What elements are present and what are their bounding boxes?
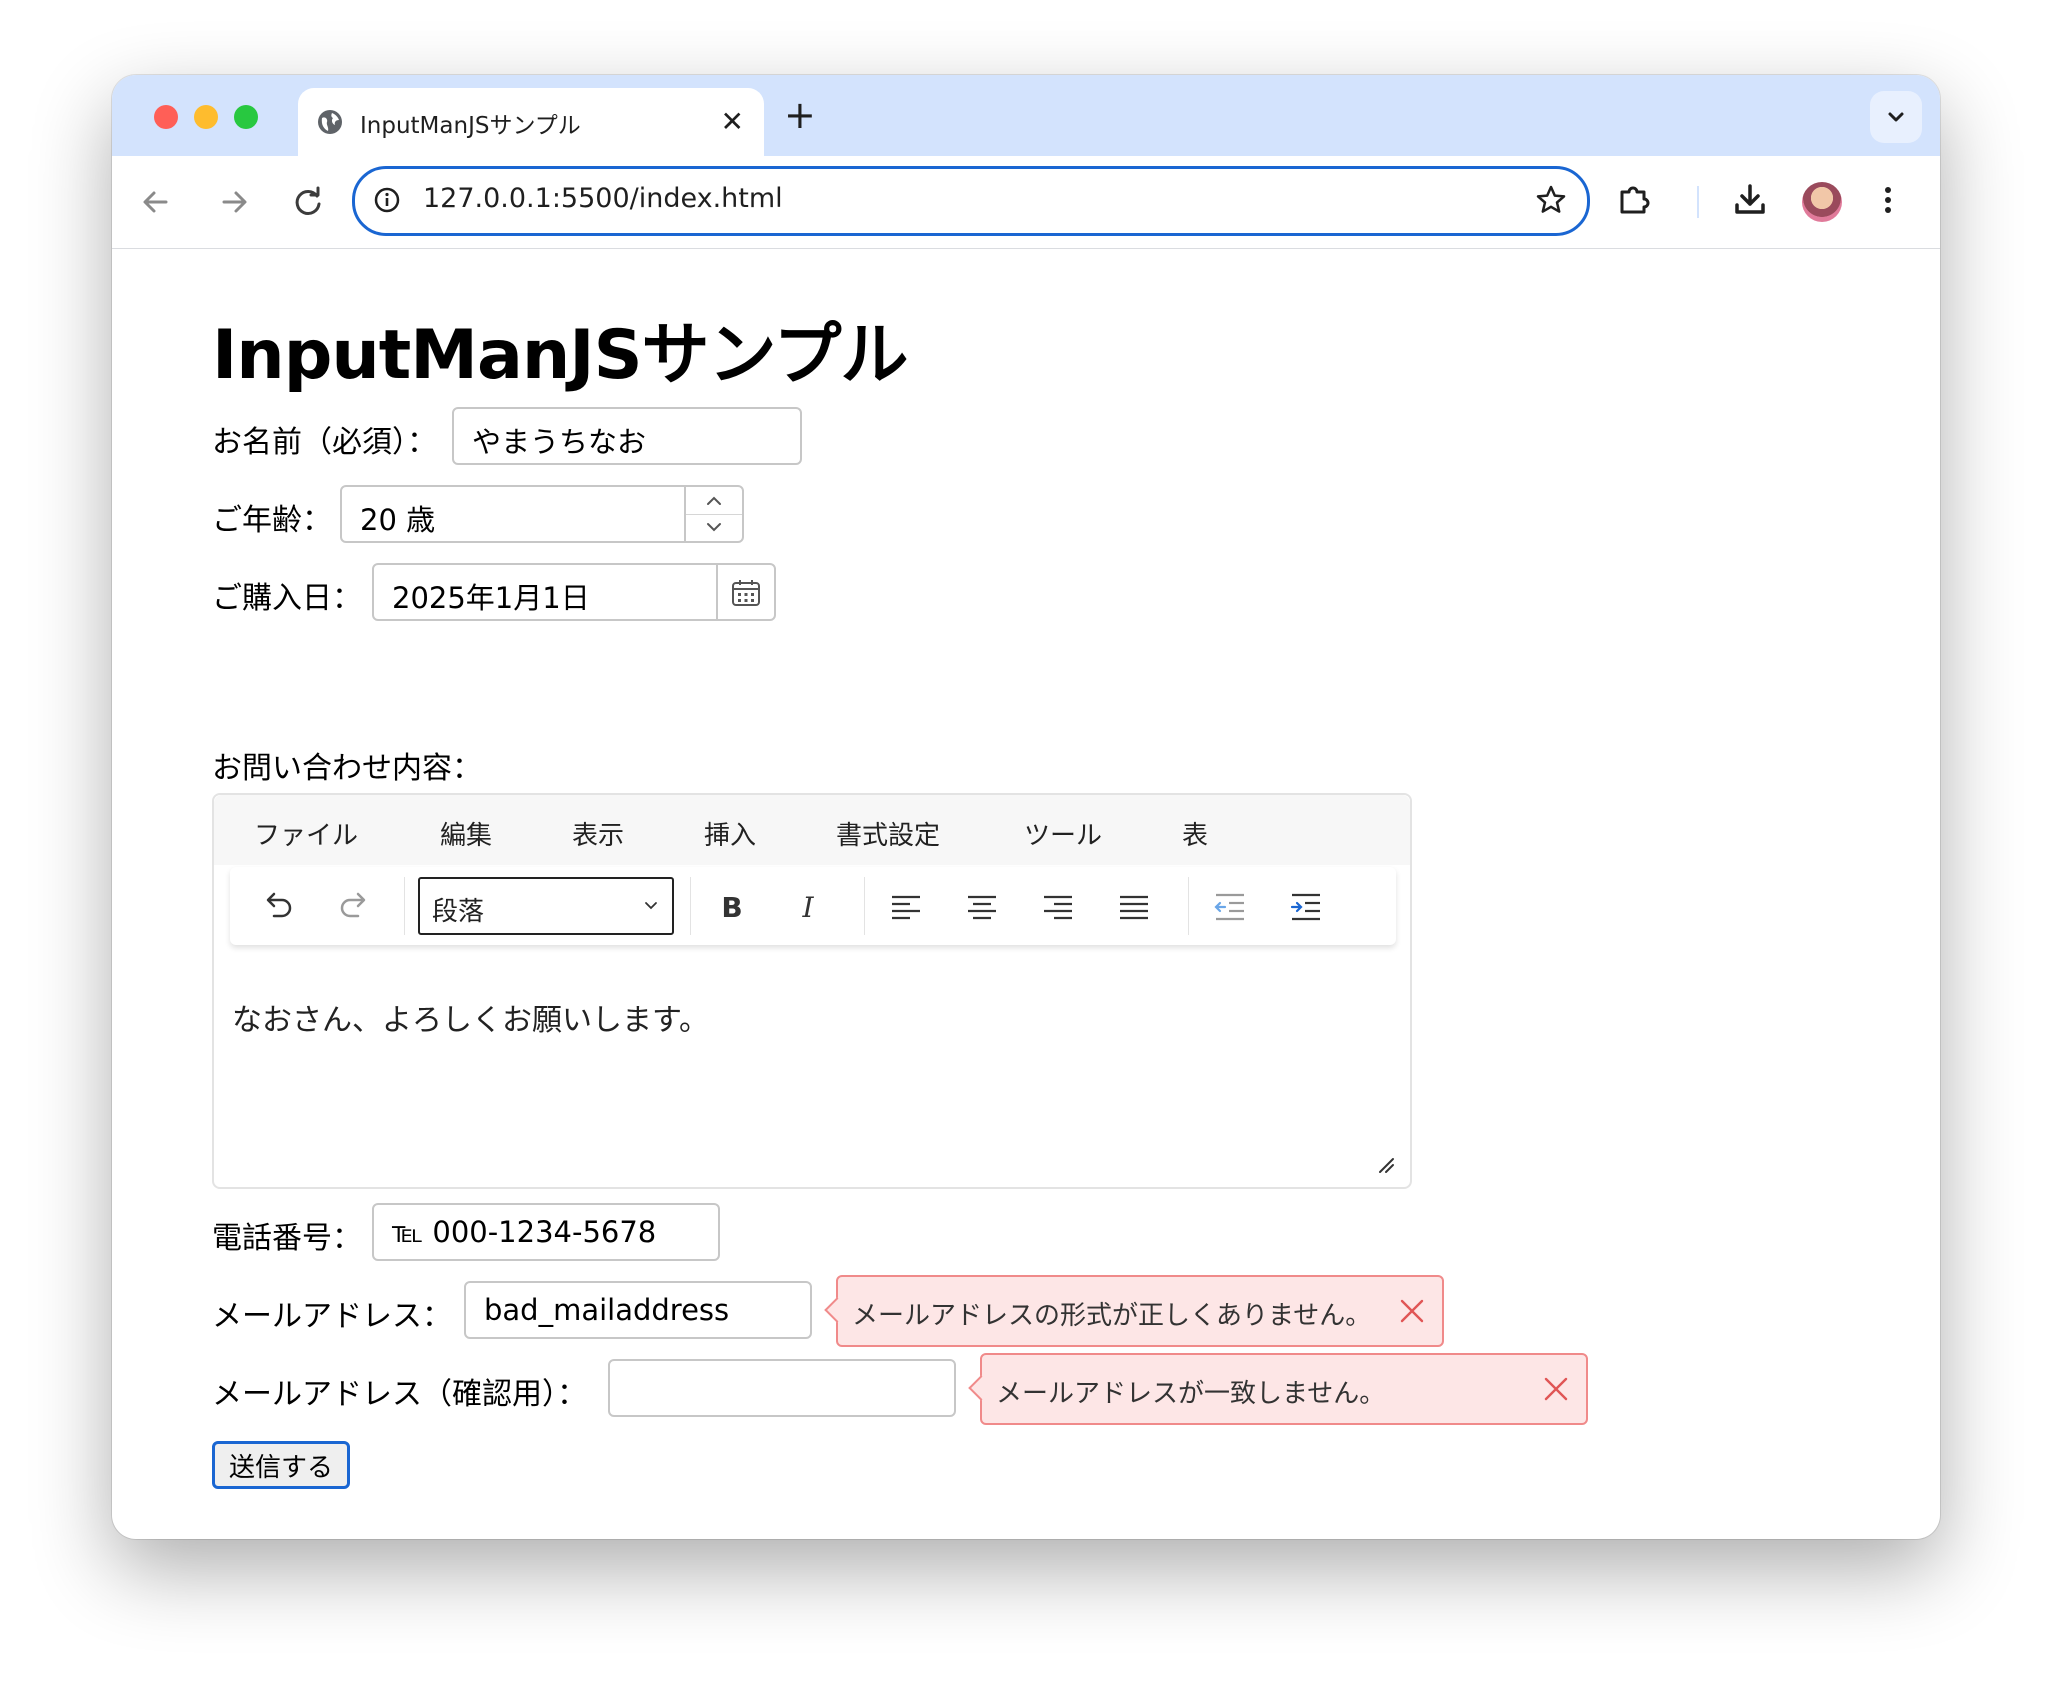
chevron-down-icon <box>1888 112 1904 122</box>
align-left-icon[interactable] <box>888 889 924 925</box>
email-label: メールアドレス： <box>212 1299 452 1334</box>
outdent-icon[interactable] <box>1212 889 1248 925</box>
purchase-date-input[interactable]: 2025年1月1日 <box>372 563 776 621</box>
tooltip-arrow <box>824 1297 850 1323</box>
email-confirm-label: メールアドレス（確認用）： <box>212 1377 587 1412</box>
calendar-icon <box>732 580 760 606</box>
purchase-date-label: ご購入日： <box>212 581 362 616</box>
url-text: 127.0.0.1:5500/index.html <box>423 183 783 214</box>
name-label: お名前（必須）： <box>212 425 437 460</box>
more-menu-icon[interactable] <box>1878 178 1898 222</box>
editor-toolbar: 段落 B I <box>230 867 1396 945</box>
tooltip-arrow <box>968 1375 994 1401</box>
toolbar-divider <box>404 877 405 935</box>
download-icon[interactable] <box>1728 178 1772 222</box>
globe-icon <box>318 110 342 134</box>
undo-icon[interactable] <box>260 889 296 925</box>
tab-close-icon[interactable]: ✕ <box>721 102 744 142</box>
redo-icon[interactable] <box>336 889 372 925</box>
editor-content[interactable]: なおさん、よろしくお願いします。 <box>232 995 709 1039</box>
menu-format[interactable]: 書式設定 <box>836 815 940 852</box>
editor-menubar: ファイル 編集 表示 挿入 書式設定 ツール 表 <box>214 795 1410 865</box>
info-icon[interactable] <box>373 186 401 214</box>
email-error-tooltip: メールアドレスの形式が正しくありません。 <box>824 1275 1444 1347</box>
age-input[interactable]: 20 歳 <box>340 485 744 543</box>
bookmark-star-icon[interactable] <box>1535 184 1567 216</box>
email-confirm-input[interactable] <box>608 1359 956 1417</box>
profile-avatar[interactable] <box>1802 182 1842 222</box>
email-confirm-error-message: メールアドレスが一致しません。 <box>996 1379 1386 1409</box>
extensions-puzzle-icon[interactable] <box>1612 178 1656 222</box>
maximize-window-button[interactable] <box>234 105 258 129</box>
email-error-message: メールアドレスの形式が正しくありません。 <box>852 1301 1372 1331</box>
email-input[interactable]: bad_mailaddress <box>464 1281 812 1339</box>
bold-icon[interactable]: B <box>714 889 750 925</box>
svg-text:I: I <box>801 891 814 924</box>
name-value: やまうちなお <box>472 425 647 459</box>
toolbar-divider <box>1188 877 1189 935</box>
svg-text:B: B <box>721 891 742 924</box>
phone-label: 電話番号： <box>212 1221 362 1256</box>
browser-toolbar: 127.0.0.1:5500/index.html <box>112 156 1940 249</box>
calendar-button[interactable] <box>716 565 774 619</box>
forward-arrow-icon[interactable] <box>212 180 256 224</box>
block-format-value: 段落 <box>432 897 485 927</box>
menu-table[interactable]: 表 <box>1182 815 1208 852</box>
align-justify-icon[interactable] <box>1116 889 1152 925</box>
menu-edit[interactable]: 編集 <box>440 815 492 852</box>
menu-view[interactable]: 表示 <box>572 815 624 852</box>
tab-strip: InputManJSサンプル ✕ + <box>112 75 1940 156</box>
spin-up-icon[interactable] <box>704 493 724 509</box>
age-label: ご年齢： <box>212 503 332 538</box>
align-center-icon[interactable] <box>964 889 1000 925</box>
toolbar-divider <box>864 877 865 935</box>
close-window-button[interactable] <box>154 105 178 129</box>
browser-tab[interactable]: InputManJSサンプル ✕ <box>298 88 764 156</box>
align-right-icon[interactable] <box>1040 889 1076 925</box>
spin-down-icon[interactable] <box>704 519 724 535</box>
email-confirm-error-tooltip: メールアドレスが一致しません。 <box>968 1353 1588 1425</box>
minimize-window-button[interactable] <box>194 105 218 129</box>
indent-icon[interactable] <box>1288 889 1324 925</box>
back-arrow-icon[interactable] <box>134 180 178 224</box>
name-input[interactable]: やまうちなお <box>452 407 802 465</box>
page-title: InputManJSサンプル <box>212 316 909 395</box>
italic-icon[interactable]: I <box>790 889 826 925</box>
resize-handle-icon[interactable] <box>1376 1155 1396 1175</box>
rich-text-editor: ファイル 編集 表示 挿入 書式設定 ツール 表 段落 B I なおさん、よろし… <box>212 793 1412 1189</box>
menu-insert[interactable]: 挿入 <box>704 815 756 852</box>
inquiry-label: お問い合わせ内容： <box>212 751 482 786</box>
new-tab-button[interactable]: + <box>784 95 816 135</box>
menu-tools[interactable]: ツール <box>1024 815 1102 852</box>
address-bar[interactable]: 127.0.0.1:5500/index.html <box>352 166 1590 236</box>
block-format-select[interactable]: 段落 <box>418 877 674 935</box>
spinner-divider <box>686 514 742 515</box>
tab-title: InputManJSサンプル <box>360 113 581 139</box>
toolbar-separator <box>1697 186 1699 218</box>
age-value: 20 歳 <box>360 503 436 537</box>
page-content: InputManJSサンプル お名前（必須）： やまうちなお ご年齢： 20 歳… <box>112 249 1940 1539</box>
close-icon[interactable] <box>1398 1297 1426 1325</box>
purchase-date-value: 2025年1月1日 <box>392 581 590 615</box>
tab-search-button[interactable] <box>1870 91 1922 143</box>
age-spinner[interactable] <box>684 487 742 541</box>
close-icon[interactable] <box>1542 1375 1570 1403</box>
reload-icon[interactable] <box>286 180 330 224</box>
browser-window: InputManJSサンプル ✕ + 127.0.0.1:5500/index.… <box>112 75 1940 1539</box>
chevron-down-icon <box>645 902 657 910</box>
phone-input[interactable]: ℡ 000-1234-5678 <box>372 1203 720 1261</box>
email-value: bad_mailaddress <box>484 1293 730 1327</box>
toolbar-divider <box>690 877 691 935</box>
submit-button[interactable]: 送信する <box>212 1441 350 1489</box>
menu-file[interactable]: ファイル <box>254 815 358 852</box>
phone-value: ℡ 000-1234-5678 <box>392 1215 657 1249</box>
